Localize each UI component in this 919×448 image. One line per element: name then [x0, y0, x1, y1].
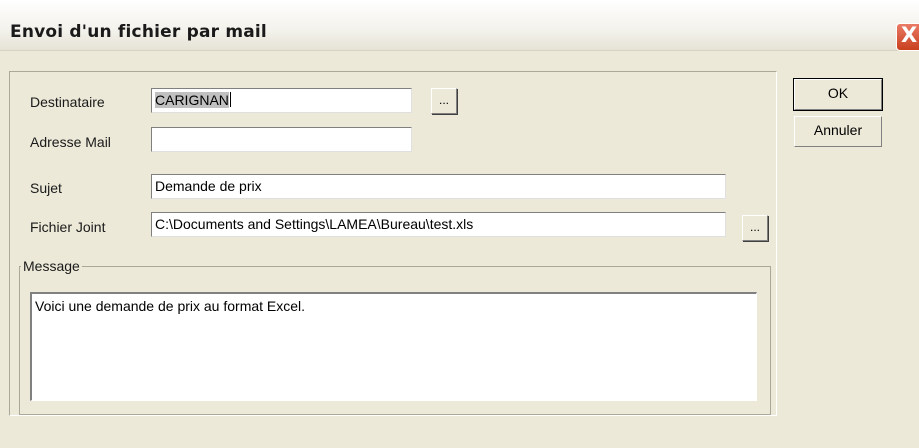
- message-textarea[interactable]: Voici une demande de prix au format Exce…: [30, 292, 757, 401]
- close-icon: X: [901, 23, 918, 47]
- mail-dialog: Envoi d'un fichier par mail X Destinatai…: [0, 0, 919, 448]
- text-caret: [229, 92, 231, 107]
- destinataire-value: CARIGNAN: [155, 92, 229, 108]
- sujet-field[interactable]: Demande de prix: [151, 174, 726, 199]
- window-title: Envoi d'un fichier par mail: [10, 22, 267, 42]
- sujet-label: Sujet: [30, 180, 62, 196]
- ok-button[interactable]: OK: [793, 78, 883, 111]
- message-group-label: Message: [21, 258, 82, 274]
- close-button[interactable]: X: [896, 23, 919, 51]
- cancel-button[interactable]: Annuler: [794, 116, 882, 147]
- destinataire-label: Destinataire: [30, 94, 105, 110]
- fichier-joint-label: Fichier Joint: [30, 219, 106, 235]
- destinataire-field[interactable]: CARIGNAN: [151, 88, 412, 113]
- destinataire-browse-button[interactable]: ...: [431, 88, 457, 114]
- adresse-mail-label: Adresse Mail: [30, 134, 111, 150]
- fichier-browse-button[interactable]: ...: [742, 215, 768, 241]
- adresse-mail-field[interactable]: [151, 127, 412, 152]
- fichier-joint-field[interactable]: C:\Documents and Settings\LAMEA\Bureau\t…: [151, 212, 726, 237]
- title-bar[interactable]: Envoi d'un fichier par mail X: [0, 0, 919, 51]
